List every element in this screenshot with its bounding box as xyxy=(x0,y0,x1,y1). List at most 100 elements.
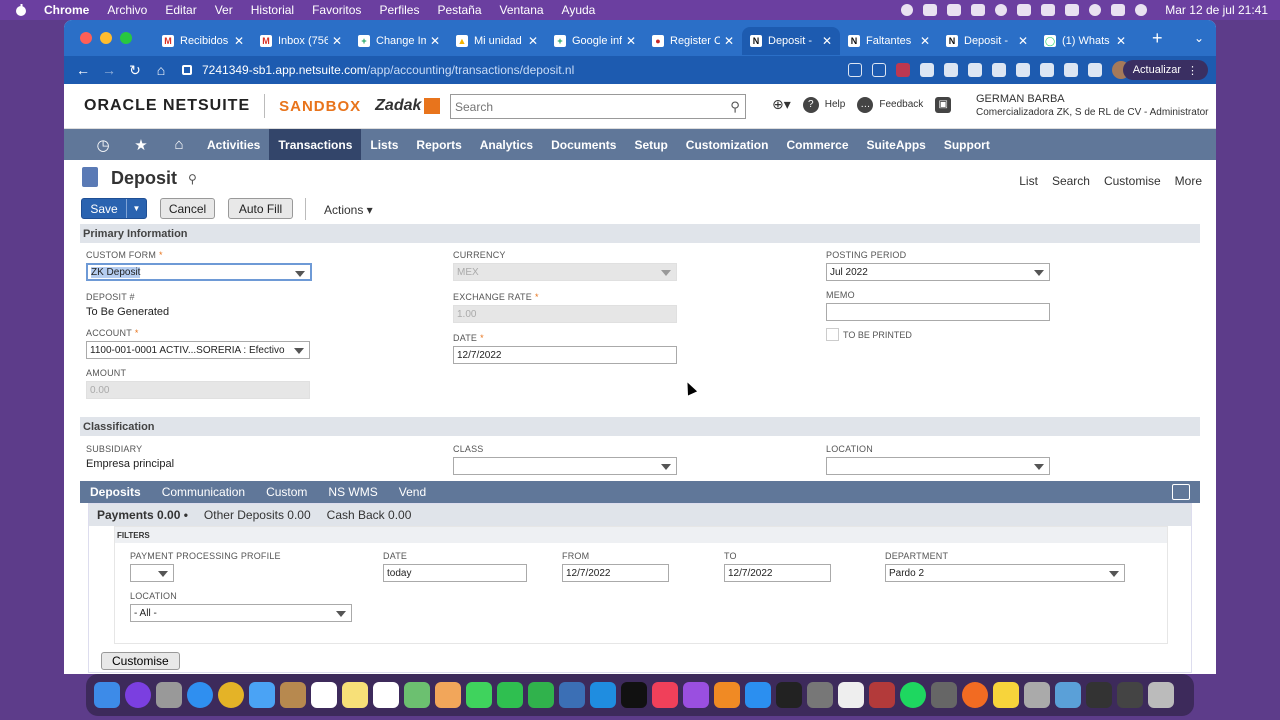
close-tab-icon[interactable]: ✕ xyxy=(528,34,538,48)
close-tab-icon[interactable]: ✕ xyxy=(1018,34,1028,48)
class-select[interactable] xyxy=(453,457,677,475)
auto-fill-button[interactable]: Auto Fill xyxy=(228,198,293,219)
tab-deposits[interactable]: Deposits xyxy=(90,485,141,499)
browser-tab[interactable]: N Deposit - ✕ xyxy=(742,27,840,55)
browser-tab[interactable]: + Google inf ✕ xyxy=(546,27,644,55)
cyberduck-icon[interactable] xyxy=(993,682,1019,708)
customise-link[interactable]: Customise xyxy=(1104,174,1161,188)
close-window-button[interactable] xyxy=(80,32,92,44)
record-search-icon[interactable]: ⚲ xyxy=(188,172,197,186)
extension-c-icon[interactable] xyxy=(968,63,982,77)
archive-icon[interactable] xyxy=(807,682,833,708)
notes-icon[interactable] xyxy=(342,682,368,708)
launchpad-icon[interactable] xyxy=(156,682,182,708)
trash-icon[interactable] xyxy=(1148,682,1174,708)
sidebar-icon[interactable] xyxy=(1088,63,1102,77)
tab-search-chevron-icon[interactable]: ⌄ xyxy=(1194,31,1204,45)
nav-customization[interactable]: Customization xyxy=(677,129,778,160)
utility-icon[interactable] xyxy=(931,682,957,708)
primary-info-header[interactable]: Primary Information xyxy=(80,224,1200,243)
menu-historial[interactable]: Historial xyxy=(251,3,294,17)
share-icon[interactable] xyxy=(848,63,862,77)
shield-icon[interactable] xyxy=(1017,4,1032,16)
bookmark-star-icon[interactable] xyxy=(872,63,886,77)
feedback-link[interactable]: … Feedback xyxy=(857,96,923,113)
browser-tab[interactable]: M Recibidos ✕ xyxy=(154,27,252,55)
new-tab-icon[interactable]: + xyxy=(1152,28,1163,49)
facetime-icon[interactable] xyxy=(497,682,523,708)
tool-icon[interactable] xyxy=(947,4,962,16)
clock[interactable]: Mar 12 de jul 21:41 xyxy=(1165,3,1268,17)
filter-location-select[interactable]: - All - xyxy=(130,604,352,622)
user-info[interactable]: GERMAN BARBA Comercializadora ZK, S de R… xyxy=(976,93,1209,119)
filters-header[interactable]: FILTERS xyxy=(115,527,1167,543)
browser-tab[interactable]: N Deposit - ✕ xyxy=(938,27,1036,55)
close-tab-icon[interactable]: ✕ xyxy=(234,34,244,48)
calendar-dock-icon[interactable] xyxy=(311,682,337,708)
filter-date-input[interactable]: today xyxy=(383,564,527,582)
finder-icon[interactable] xyxy=(94,682,120,708)
extension-a-icon[interactable] xyxy=(920,63,934,77)
browser-tab[interactable]: + Change Im ✕ xyxy=(350,27,448,55)
dictionary-icon[interactable] xyxy=(869,682,895,708)
to-be-printed-checkbox[interactable] xyxy=(826,328,839,341)
control-center-icon[interactable] xyxy=(1111,4,1126,16)
menu-ver[interactable]: Ver xyxy=(215,3,233,17)
nav-commerce[interactable]: Commerce xyxy=(777,129,857,160)
browser-tab[interactable]: N Faltantes ✕ xyxy=(840,27,938,55)
reload-icon[interactable]: ↻ xyxy=(128,62,142,79)
apple-tv-icon[interactable] xyxy=(621,682,647,708)
close-tab-icon[interactable]: ✕ xyxy=(920,34,930,48)
numbers-icon[interactable] xyxy=(528,682,554,708)
tab-custom[interactable]: Custom xyxy=(266,485,307,499)
menu-archivo[interactable]: Archivo xyxy=(107,3,147,17)
tab-ns-wms[interactable]: NS WMS xyxy=(328,485,377,499)
nav-support[interactable]: Support xyxy=(935,129,999,160)
more-link[interactable]: More xyxy=(1175,174,1202,188)
help-link[interactable]: ? Help xyxy=(802,96,845,113)
siri-dock-icon[interactable] xyxy=(125,682,151,708)
puzzle-icon[interactable] xyxy=(1064,63,1078,77)
date-input[interactable]: 12/7/2022 xyxy=(453,346,677,364)
cancel-button[interactable]: Cancel xyxy=(160,198,215,219)
filter-to-input[interactable]: 12/7/2022 xyxy=(724,564,831,582)
adblock-icon[interactable] xyxy=(896,63,910,77)
bluetooth-icon[interactable] xyxy=(1065,4,1080,16)
save-dropdown-chevron-icon[interactable]: ▼ xyxy=(126,199,146,218)
list-link[interactable]: List xyxy=(1019,174,1038,188)
play-icon[interactable] xyxy=(995,4,1008,16)
podcasts-icon[interactable] xyxy=(683,682,709,708)
posting-period-select[interactable]: Jul 2022 xyxy=(826,263,1050,281)
oracle-netsuite-logo[interactable]: ORACLE NETSUITE xyxy=(84,97,250,115)
minimize-window-button[interactable] xyxy=(100,32,112,44)
close-tab-icon[interactable]: ✕ xyxy=(430,34,440,48)
nav-documents[interactable]: Documents xyxy=(542,129,625,160)
nav-analytics[interactable]: Analytics xyxy=(471,129,542,160)
menu-ventana[interactable]: Ventana xyxy=(500,3,544,17)
filter-department-select[interactable]: Pardo 2 xyxy=(885,564,1125,582)
browser-tab[interactable]: ▲ Mi unidad ✕ xyxy=(448,27,546,55)
forward-icon[interactable]: → xyxy=(102,62,116,78)
sap-icon[interactable] xyxy=(559,682,585,708)
nav-suiteapps[interactable]: SuiteApps xyxy=(858,129,935,160)
extension-e-icon[interactable] xyxy=(1016,63,1030,77)
menu-perfiles[interactable]: Perfiles xyxy=(379,3,419,17)
photos-icon[interactable] xyxy=(435,682,461,708)
tab-other-deposits[interactable]: Other Deposits 0.00 xyxy=(204,508,311,522)
tab-vend[interactable]: Vend xyxy=(399,485,426,499)
nav-activities[interactable]: Activities xyxy=(198,129,269,160)
filter-from-input[interactable]: 12/7/2022 xyxy=(562,564,669,582)
browser-tab[interactable]: M Inbox (756 ✕ xyxy=(252,27,350,55)
calendar-icon[interactable] xyxy=(971,4,986,16)
extension-icon[interactable] xyxy=(923,4,938,16)
live-icon[interactable] xyxy=(776,682,802,708)
custom-form-select[interactable]: ZK Deposit xyxy=(86,263,312,281)
extension-f-icon[interactable] xyxy=(1040,63,1054,77)
wifi-icon[interactable] xyxy=(1089,4,1102,16)
search-link[interactable]: Search xyxy=(1052,174,1090,188)
menu-ayuda[interactable]: Ayuda xyxy=(562,3,596,17)
music-icon[interactable] xyxy=(652,682,678,708)
nav-setup[interactable]: Setup xyxy=(625,129,676,160)
safari-icon[interactable] xyxy=(187,682,213,708)
siri-icon[interactable] xyxy=(1135,4,1148,16)
